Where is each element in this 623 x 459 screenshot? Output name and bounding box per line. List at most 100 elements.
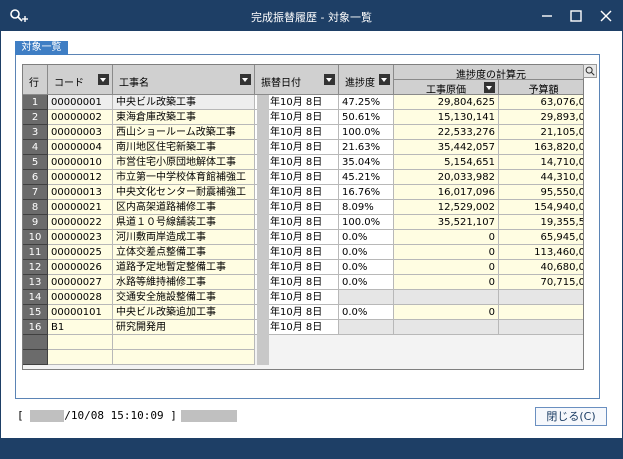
cost-cell[interactable]: 5,154,651 xyxy=(394,155,499,170)
row-number[interactable]: 15 xyxy=(23,305,48,320)
name-cell[interactable]: 中央ビル改築工事 xyxy=(113,95,255,110)
name-cell[interactable]: 河川敷両岸造成工事 xyxy=(113,230,255,245)
table-row[interactable]: 4 00000004 南川地区住宅新築工事 年10月 8日 21.63% 35,442,0… xyxy=(23,140,583,155)
row-number[interactable]: 12 xyxy=(23,260,48,275)
code-cell[interactable]: 00000010 xyxy=(48,155,113,170)
name-cell[interactable]: 南川地区住宅新築工事 xyxy=(113,140,255,155)
code-cell[interactable]: 00000026 xyxy=(48,260,113,275)
budget-cell[interactable]: 154,940,0 xyxy=(499,200,583,215)
name-cell[interactable]: 道路予定地暫定整備工事 xyxy=(113,260,255,275)
progress-cell[interactable]: 0.0% xyxy=(339,275,394,290)
grid-search-icon[interactable] xyxy=(583,64,597,78)
name-cell[interactable]: 県道１０号線舗装工事 xyxy=(113,215,255,230)
name-column-header[interactable]: 工事名 xyxy=(113,65,255,95)
table-row[interactable]: 3 00000003 西山ショールーム改築工事 年10月 8日 100.0% 22,533… xyxy=(23,125,583,140)
row-number[interactable]: 6 xyxy=(23,170,48,185)
name-cell[interactable]: 東海倉庫改築工事 xyxy=(113,110,255,125)
table-row[interactable]: 7 00000013 中央文化センター耐震補強工 年10月 8日 16.76% 16,01… xyxy=(23,185,583,200)
progress-cell[interactable] xyxy=(339,320,394,335)
name-cell[interactable]: 区内高架道路補修工事 xyxy=(113,200,255,215)
name-cell[interactable]: 中央文化センター耐震補強工 xyxy=(113,185,255,200)
cost-cell[interactable]: 12,529,002 xyxy=(394,200,499,215)
code-cell[interactable]: 00000025 xyxy=(48,245,113,260)
name-cell[interactable]: 交通安全施設整備工事 xyxy=(113,290,255,305)
table-row[interactable]: 16 B1 研究開発用 年10月 8日 xyxy=(23,320,583,335)
budget-cell[interactable]: 65,945,0 xyxy=(499,230,583,245)
row-number[interactable]: 4 xyxy=(23,140,48,155)
minimize-icon[interactable] xyxy=(538,7,556,25)
code-cell[interactable]: B1 xyxy=(48,320,113,335)
code-cell[interactable]: 00000028 xyxy=(48,290,113,305)
date-filter-icon[interactable] xyxy=(324,74,335,85)
code-filter-icon[interactable] xyxy=(98,74,109,85)
progress-cell[interactable]: 8.09% xyxy=(339,200,394,215)
budget-cell[interactable]: 44,310,0 xyxy=(499,170,583,185)
progress-cell[interactable]: 100.0% xyxy=(339,125,394,140)
table-row[interactable]: 13 00000027 水路等維持補修工事 年10月 8日 0.0% 0 70,715,0 xyxy=(23,275,583,290)
progress-column-header[interactable]: 進捗度 xyxy=(339,65,394,95)
code-cell[interactable]: 00000101 xyxy=(48,305,113,320)
budget-cell[interactable] xyxy=(499,320,583,335)
cost-cell[interactable]: 15,130,141 xyxy=(394,110,499,125)
code-cell[interactable]: 00000027 xyxy=(48,275,113,290)
name-cell[interactable]: 西山ショールーム改築工事 xyxy=(113,125,255,140)
budget-cell[interactable]: 163,820,0 xyxy=(499,140,583,155)
name-cell[interactable]: 立体交差点整備工事 xyxy=(113,245,255,260)
table-row[interactable]: 11 00000025 立体交差点整備工事 年10月 8日 0.0% 0 113,460,0 xyxy=(23,245,583,260)
cost-cell[interactable]: 35,521,107 xyxy=(394,215,499,230)
budget-cell[interactable]: 19,355,5 xyxy=(499,215,583,230)
cost-cell[interactable] xyxy=(394,320,499,335)
progress-cell[interactable]: 35.04% xyxy=(339,155,394,170)
code-cell[interactable]: 00000004 xyxy=(48,140,113,155)
budget-cell[interactable]: 21,105,0 xyxy=(499,125,583,140)
code-cell[interactable]: 00000023 xyxy=(48,230,113,245)
progress-cell[interactable]: 21.63% xyxy=(339,140,394,155)
table-row[interactable]: 1 00000001 中央ビル改築工事 年10月 8日 47.25% 29,804,625… xyxy=(23,95,583,110)
budget-cell[interactable] xyxy=(499,305,583,320)
name-filter-icon[interactable] xyxy=(240,74,251,85)
code-cell[interactable]: 00000012 xyxy=(48,170,113,185)
row-number[interactable]: 5 xyxy=(23,155,48,170)
budget-cell[interactable]: 113,460,0 xyxy=(499,245,583,260)
cost-column-header[interactable]: 工事原価 xyxy=(394,80,499,96)
name-cell[interactable]: 市立第一中学校体育館補強工 xyxy=(113,170,255,185)
name-cell[interactable]: 中央ビル改築追加工事 xyxy=(113,305,255,320)
cost-cell[interactable]: 0 xyxy=(394,230,499,245)
cost-cell[interactable]: 35,442,057 xyxy=(394,140,499,155)
code-cell[interactable]: 00000002 xyxy=(48,110,113,125)
name-cell[interactable]: 研究開発用 xyxy=(113,320,255,335)
cost-cell[interactable]: 0 xyxy=(394,275,499,290)
progress-cell[interactable]: 100.0% xyxy=(339,215,394,230)
cost-cell[interactable]: 0 xyxy=(394,260,499,275)
code-cell[interactable]: 00000022 xyxy=(48,215,113,230)
budget-cell[interactable]: 14,710,0 xyxy=(499,155,583,170)
cost-cell[interactable]: 29,804,625 xyxy=(394,95,499,110)
progress-cell[interactable]: 47.25% xyxy=(339,95,394,110)
budget-cell[interactable]: 29,893,0 xyxy=(499,110,583,125)
row-number[interactable]: 1 xyxy=(23,95,48,110)
target-grid[interactable]: 行 コード 工事名 振替日付 進捗度 進捗度の計算元 工事原価 予算額 1 000… xyxy=(22,64,584,370)
name-cell[interactable]: 水路等維持補修工事 xyxy=(113,275,255,290)
progress-cell[interactable]: 0.0% xyxy=(339,305,394,320)
cost-cell[interactable]: 0 xyxy=(394,305,499,320)
row-number[interactable]: 9 xyxy=(23,215,48,230)
progress-cell[interactable]: 0.0% xyxy=(339,260,394,275)
row-number[interactable]: 7 xyxy=(23,185,48,200)
name-cell[interactable]: 市営住宅小原団地解体工事 xyxy=(113,155,255,170)
cost-cell[interactable]: 16,017,096 xyxy=(394,185,499,200)
table-row[interactable]: 15 00000101 中央ビル改築追加工事 年10月 8日 0.0% 0 xyxy=(23,305,583,320)
progress-cell[interactable]: 45.21% xyxy=(339,170,394,185)
code-cell[interactable]: 00000021 xyxy=(48,200,113,215)
budget-cell[interactable]: 63,076,0 xyxy=(499,95,583,110)
progress-cell[interactable]: 16.76% xyxy=(339,185,394,200)
table-row[interactable]: 5 00000010 市営住宅小原団地解体工事 年10月 8日 35.04% 5,154,… xyxy=(23,155,583,170)
table-row[interactable]: 10 00000023 河川敷両岸造成工事 年10月 8日 0.0% 0 65,945,0 xyxy=(23,230,583,245)
row-number[interactable]: 13 xyxy=(23,275,48,290)
table-row[interactable]: 2 00000002 東海倉庫改築工事 年10月 8日 50.61% 15,130,141… xyxy=(23,110,583,125)
close-icon[interactable] xyxy=(597,7,615,25)
tab-target-list[interactable]: 対象一覧 xyxy=(15,41,68,55)
row-number[interactable]: 3 xyxy=(23,125,48,140)
budget-column-header[interactable]: 予算額 xyxy=(499,80,583,96)
table-row[interactable]: 14 00000028 交通安全施設整備工事 年10月 8日 xyxy=(23,290,583,305)
table-row[interactable]: 9 00000022 県道１０号線舗装工事 年10月 8日 100.0% 35,521,1… xyxy=(23,215,583,230)
